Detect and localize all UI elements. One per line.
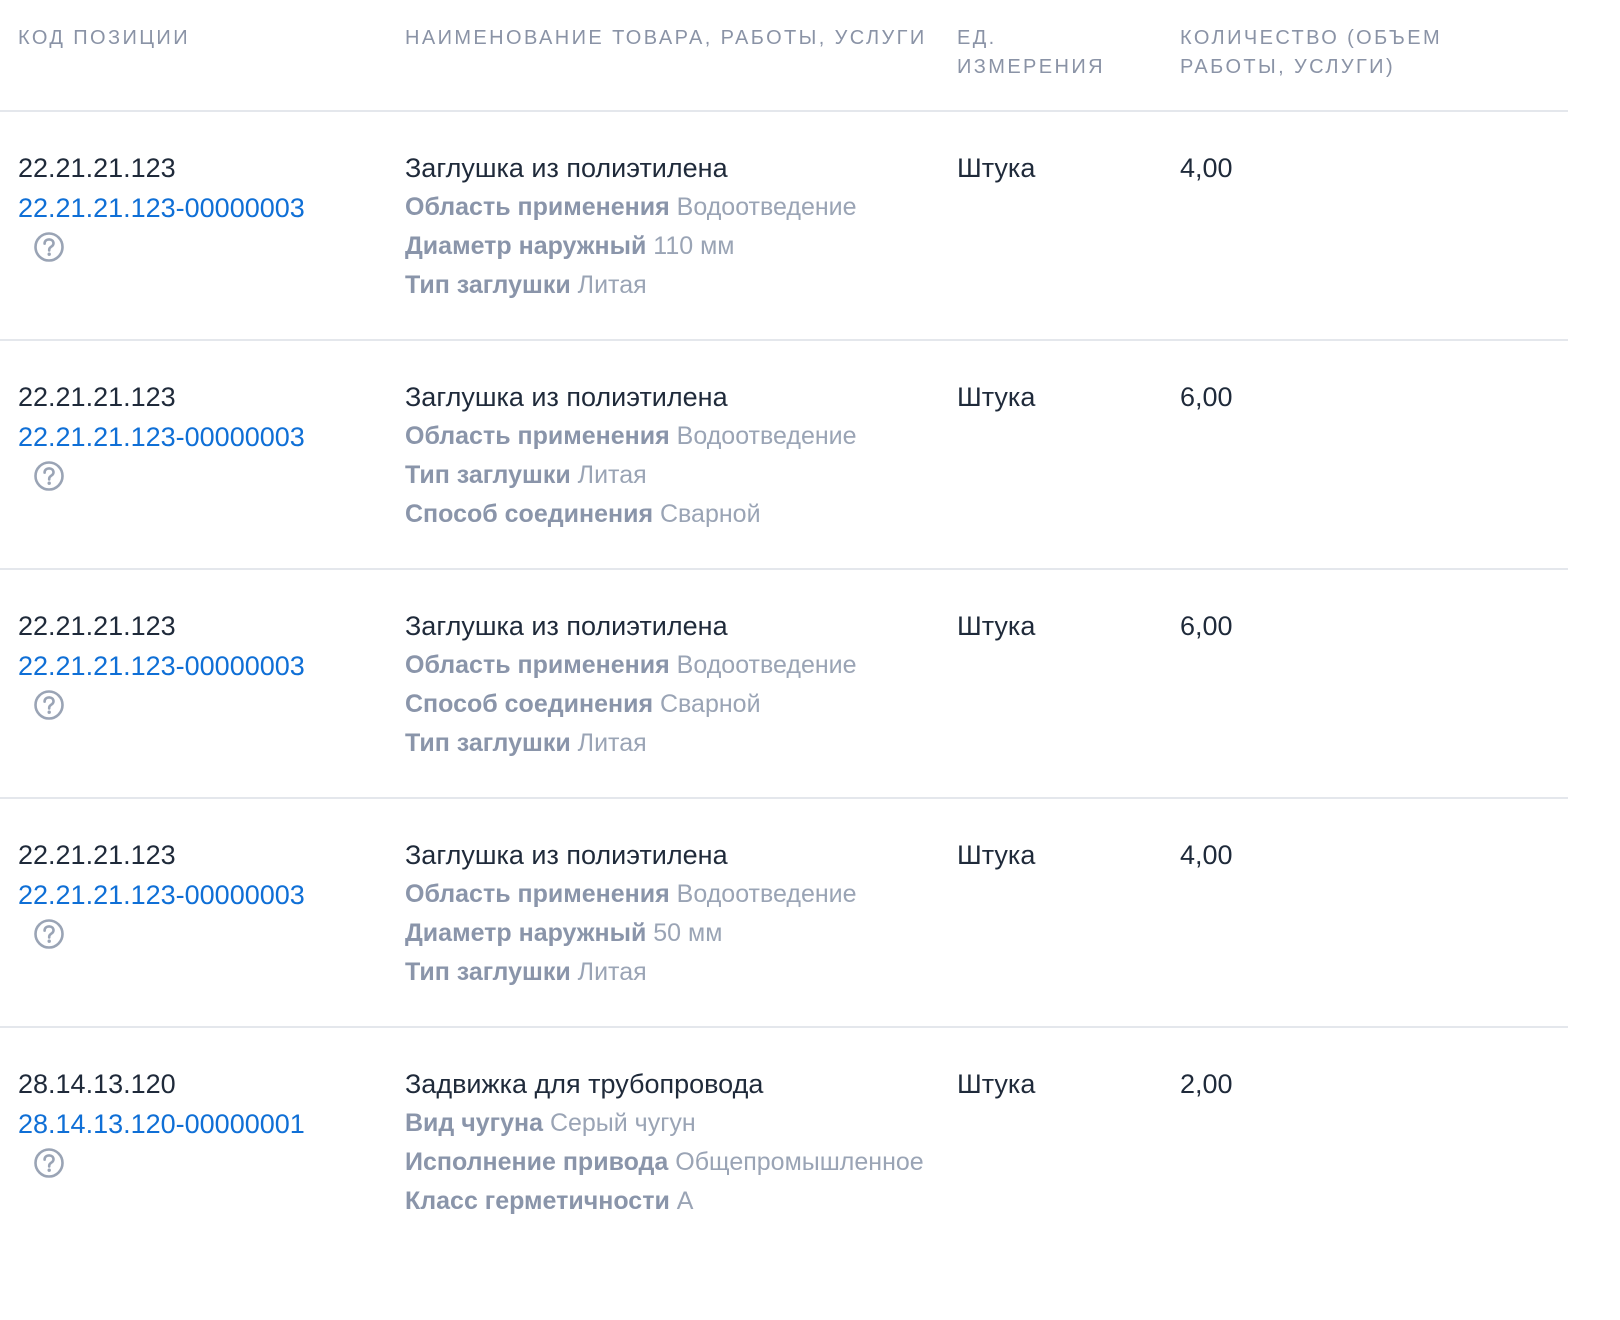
position-code: 22.21.21.123 (18, 611, 176, 641)
item-name: Заглушка из полиэтилена (405, 840, 728, 870)
attribute-label: Тип заглушки (405, 729, 571, 757)
attribute-line: Вид чугуна Серый чугун (405, 1104, 925, 1143)
question-circle-icon[interactable] (33, 918, 65, 950)
attribute-value: Водоотведение (676, 651, 857, 679)
attribute-label: Область применения (405, 422, 670, 450)
attribute-label: Тип заглушки (405, 461, 571, 489)
attribute-line: Тип заглушки Литая (405, 456, 925, 495)
question-circle-icon[interactable] (33, 231, 65, 263)
attribute-line: Область применения Водоотведение (405, 417, 925, 456)
question-circle-icon[interactable] (33, 460, 65, 492)
attribute-value: 50 мм (653, 919, 723, 947)
attribute-line: Тип заглушки Литая (405, 724, 925, 763)
header-quantity: Количество (объем работы, услуги) (1180, 27, 1443, 78)
attribute-label: Область применения (405, 880, 670, 908)
item-description: Заглушка из полиэтилена Область применени… (405, 835, 925, 992)
attribute-label: Способ соединения (405, 500, 654, 528)
unit-of-measure: Штука (957, 382, 1036, 412)
attribute-value: Общепромышленное (675, 1148, 924, 1176)
quantity-value: 6,00 (1180, 611, 1233, 641)
attribute-label: Исполнение привода (405, 1148, 669, 1176)
question-circle-icon[interactable] (33, 689, 65, 721)
position-code: 22.21.21.123 (18, 153, 176, 183)
attribute-line: Область применения Водоотведение (405, 646, 925, 685)
attribute-label: Диаметр наружный (405, 919, 647, 947)
attribute-value: Водоотведение (676, 880, 857, 908)
table-row: 22.21.21.123 22.21.21.123-00000003 Заглушк… (0, 570, 1568, 799)
attribute-line: Исполнение привода Общепромышленное (405, 1143, 925, 1182)
attribute-label: Область применения (405, 651, 670, 679)
attribute-value: Литая (577, 958, 647, 986)
ktru-code-link[interactable]: 22.21.21.123-00000003 (18, 646, 305, 686)
unit-of-measure: Штука (957, 840, 1036, 870)
attribute-line: Тип заглушки Литая (405, 266, 925, 305)
item-name: Заглушка из полиэтилена (405, 153, 728, 183)
ktru-code-link[interactable]: 22.21.21.123-00000003 (18, 188, 305, 228)
attribute-value: Литая (577, 461, 647, 489)
attribute-value: Серый чугун (549, 1109, 696, 1137)
unit-of-measure: Штука (957, 153, 1036, 183)
table-body: 22.21.21.123 22.21.21.123-00000003 Заглушк… (0, 112, 1568, 1288)
item-description: Задвижка для трубопровода Вид чугуна Серы… (405, 1064, 925, 1221)
header-code: Код позиции (18, 27, 190, 49)
attribute-line: Тип заглушки Литая (405, 953, 925, 992)
item-name: Задвижка для трубопровода (405, 1069, 764, 1099)
position-code: 22.21.21.123 (18, 382, 176, 412)
header-unit: Ед. измерения (957, 27, 1105, 78)
table-row: 22.21.21.123 22.21.21.123-00000003 Заглушк… (0, 799, 1568, 1028)
attribute-value: 110 мм (653, 232, 735, 260)
item-name: Заглушка из полиэтилена (405, 382, 728, 412)
item-description: Заглушка из полиэтилена Область применени… (405, 606, 925, 763)
ktru-code-link[interactable]: 28.14.13.120-00000001 (18, 1104, 305, 1144)
position-code: 22.21.21.123 (18, 840, 176, 870)
unit-of-measure: Штука (957, 1069, 1036, 1099)
table-row: 28.14.13.120 28.14.13.120-00000001 Задвижк… (0, 1028, 1568, 1288)
attribute-value: Сварной (660, 690, 761, 718)
unit-of-measure: Штука (957, 611, 1036, 641)
quantity-value: 4,00 (1180, 153, 1233, 183)
attribute-value: Литая (577, 271, 647, 299)
attribute-line: Способ соединения Сварной (405, 495, 925, 534)
attribute-label: Область применения (405, 193, 670, 221)
attribute-line: Область применения Водоотведение (405, 188, 925, 227)
positions-table: Код позиции Наименование товара, работы,… (0, 0, 1568, 1288)
attribute-label: Способ соединения (405, 690, 654, 718)
quantity-value: 4,00 (1180, 840, 1233, 870)
item-name: Заглушка из полиэтилена (405, 611, 728, 641)
table-row: 22.21.21.123 22.21.21.123-00000003 Заглушк… (0, 112, 1568, 341)
item-description: Заглушка из полиэтилена Область применени… (405, 148, 925, 305)
attribute-line: Область применения Водоотведение (405, 875, 925, 914)
ktru-code-link[interactable]: 22.21.21.123-00000003 (18, 875, 305, 915)
question-circle-icon[interactable] (33, 1147, 65, 1179)
attribute-value: Водоотведение (676, 193, 857, 221)
attribute-value: Литая (577, 729, 647, 757)
attribute-value: Водоотведение (676, 422, 857, 450)
attribute-label: Диаметр наружный (405, 232, 647, 260)
attribute-line: Диаметр наружный 110 мм (405, 227, 925, 266)
attribute-label: Тип заглушки (405, 958, 571, 986)
quantity-value: 2,00 (1180, 1069, 1233, 1099)
attribute-line: Диаметр наружный 50 мм (405, 914, 925, 953)
attribute-label: Класс герметичности (405, 1187, 670, 1215)
ktru-code-link[interactable]: 22.21.21.123-00000003 (18, 417, 305, 457)
attribute-value: А (676, 1187, 694, 1215)
table-header: Код позиции Наименование товара, работы,… (0, 0, 1568, 112)
attribute-label: Тип заглушки (405, 271, 571, 299)
attribute-label: Вид чугуна (405, 1109, 543, 1137)
header-name: Наименование товара, работы, услуги (405, 27, 927, 49)
table-row: 22.21.21.123 22.21.21.123-00000003 Заглушк… (0, 341, 1568, 570)
item-description: Заглушка из полиэтилена Область применени… (405, 377, 925, 534)
attribute-value: Сварной (660, 500, 761, 528)
attribute-line: Способ соединения Сварной (405, 685, 925, 724)
attribute-line: Класс герметичности А (405, 1182, 925, 1221)
quantity-value: 6,00 (1180, 382, 1233, 412)
position-code: 28.14.13.120 (18, 1069, 176, 1099)
